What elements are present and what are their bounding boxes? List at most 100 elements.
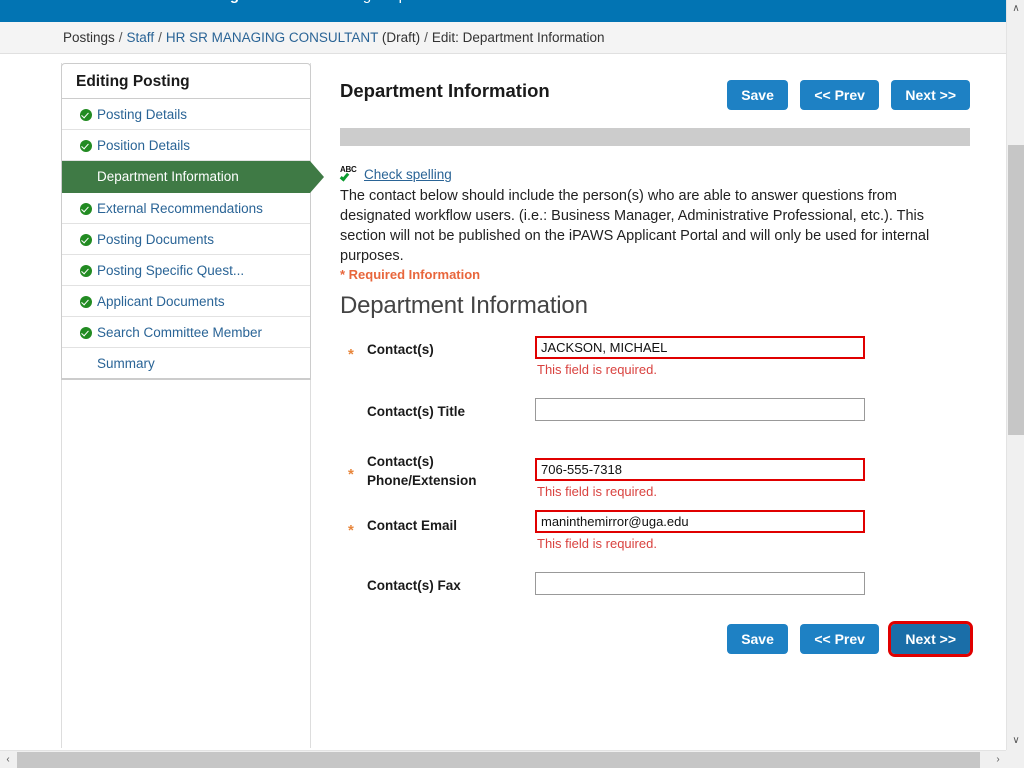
nav-item-hiring-proposals-label: Hiring Proposals bbox=[332, 0, 442, 4]
sidebar-item-summary[interactable]: Summary bbox=[62, 348, 310, 379]
breadcrumb-draft-status: (Draft) bbox=[381, 30, 421, 45]
editing-posting-sidebar: Editing Posting Posting Details Position… bbox=[61, 63, 324, 380]
field-row-contacts: * Contact(s) This field is required. bbox=[340, 336, 970, 388]
breadcrumb: Postings / Staff / HR SR MANAGING CONSULTANT… bbox=[63, 30, 605, 45]
sidebar-item-label: Summary bbox=[97, 356, 155, 371]
check-circle-icon bbox=[80, 109, 92, 121]
department-information-form: * Contact(s) This field is required. Con… bbox=[340, 336, 973, 666]
scroll-right-icon[interactable]: › bbox=[990, 751, 1006, 768]
save-button-bottom[interactable]: Save bbox=[727, 624, 788, 654]
nav-item-postings-label: Postings bbox=[184, 0, 247, 4]
contacts-fax-input[interactable] bbox=[535, 572, 865, 595]
spellcheck-icon: ABC bbox=[339, 165, 360, 182]
required-star-icon: * bbox=[348, 466, 354, 483]
progress-bar bbox=[340, 128, 970, 146]
section-description: The contact below should include the per… bbox=[340, 188, 930, 264]
field-row-contact-email: * Contact Email This field is required. bbox=[340, 510, 970, 562]
contact-email-input[interactable] bbox=[535, 510, 865, 533]
nav-item-shortcuts-label: Shortcuts bbox=[839, 0, 902, 4]
field-row-contacts-phone: * Contact(s) Phone/Extension This field … bbox=[340, 448, 970, 500]
breadcrumb-bar: Postings / Staff / HR SR MANAGING CONSULTANT… bbox=[0, 22, 1006, 54]
contacts-title-input[interactable] bbox=[535, 398, 865, 421]
sidebar-item-position-details[interactable]: Position Details bbox=[62, 130, 310, 161]
spellcheck-icon-text: ABC bbox=[340, 165, 357, 174]
field-row-contacts-fax: Contact(s) Fax bbox=[340, 572, 970, 612]
breadcrumb-separator: / bbox=[158, 30, 162, 45]
check-circle-icon bbox=[80, 234, 92, 246]
check-circle-icon bbox=[80, 140, 92, 152]
bottom-button-row: Save << Prev Next >> bbox=[719, 621, 973, 657]
sidebar-item-external-recommendations[interactable]: External Recommendations bbox=[62, 193, 310, 224]
main-content: Department Information Save << Prev Next… bbox=[339, 70, 973, 666]
bottom-button-row-wrapper: Save << Prev Next >> bbox=[340, 621, 973, 666]
required-star-icon: * bbox=[348, 522, 354, 539]
nav-item-home[interactable]: Home bbox=[63, 0, 103, 6]
next-button-top[interactable]: Next >> bbox=[891, 80, 970, 110]
next-button-bottom[interactable]: Next >> bbox=[888, 621, 973, 657]
app-root: Home Postings ▾ Hiring Proposals ▾ Shortcu… bbox=[0, 0, 1024, 768]
sidebar-item-label: External Recommendations bbox=[97, 201, 263, 216]
contacts-input[interactable] bbox=[535, 336, 865, 359]
vertical-scrollbar-thumb[interactable] bbox=[1008, 145, 1024, 435]
sidebar-item-department-information[interactable]: Department Information bbox=[62, 161, 324, 193]
sidebar-item-label: Applicant Documents bbox=[97, 294, 225, 309]
vertical-scrollbar[interactable]: ∧ ∨ bbox=[1006, 0, 1024, 750]
breadcrumb-posting-name[interactable]: HR SR MANAGING CONSULTANT bbox=[166, 30, 378, 45]
check-circle-icon bbox=[80, 265, 92, 277]
horizontal-scrollbar-thumb[interactable] bbox=[17, 752, 980, 768]
error-message-contact-email: This field is required. bbox=[537, 536, 657, 551]
sidebar-item-label: Posting Specific Quest... bbox=[97, 263, 245, 278]
sidebar-item-search-committee-member[interactable]: Search Committee Member bbox=[62, 317, 310, 348]
field-label-contacts: Contact(s) bbox=[367, 342, 434, 357]
sidebar-item-label: Posting Details bbox=[97, 107, 188, 122]
sidebar-item-label: Department Information bbox=[97, 169, 239, 184]
sidebar-item-posting-details[interactable]: Posting Details bbox=[62, 99, 310, 130]
breadcrumb-current-page: Edit: Department Information bbox=[431, 30, 605, 45]
check-circle-icon bbox=[80, 296, 92, 308]
breadcrumb-separator: / bbox=[118, 30, 123, 45]
top-navigation-bar: Home Postings ▾ Hiring Proposals ▾ Shortcu… bbox=[0, 0, 1006, 22]
scroll-up-icon[interactable]: ∧ bbox=[1007, 0, 1024, 18]
required-star-icon: * bbox=[348, 346, 354, 363]
check-spelling-row: ABC Check spelling bbox=[339, 165, 970, 184]
sidebar-item-label: Search Committee Member bbox=[97, 325, 263, 340]
chevron-down-icon: ▾ bbox=[906, 0, 911, 1]
chevron-down-icon: ▾ bbox=[251, 0, 256, 1]
nav-item-home-label: Home bbox=[63, 0, 103, 4]
top-button-row: Save << Prev Next >> bbox=[719, 80, 970, 110]
nav-item-postings[interactable]: Postings ▾ bbox=[184, 0, 256, 6]
breadcrumb-separator: / bbox=[424, 30, 428, 45]
breadcrumb-postings[interactable]: Postings bbox=[63, 30, 115, 45]
nav-item-hiring-proposals[interactable]: Hiring Proposals ▾ bbox=[332, 0, 451, 6]
breadcrumb-staff[interactable]: Staff bbox=[127, 30, 155, 45]
check-spelling-link[interactable]: Check spelling bbox=[364, 167, 452, 182]
chevron-down-icon: ▾ bbox=[446, 0, 451, 1]
prev-button-bottom[interactable]: << Prev bbox=[800, 624, 879, 654]
sidebar-item-applicant-documents[interactable]: Applicant Documents bbox=[62, 286, 310, 317]
horizontal-scrollbar[interactable]: ‹ › bbox=[0, 750, 1024, 768]
sidebar-item-posting-documents[interactable]: Posting Documents bbox=[62, 224, 310, 255]
field-label-contact-email: Contact Email bbox=[367, 518, 458, 533]
field-label-contacts-title: Contact(s) Title bbox=[367, 404, 466, 419]
sidebar-title: Editing Posting bbox=[62, 64, 310, 99]
required-information-note: * Required Information bbox=[340, 267, 481, 282]
field-label-contacts-fax: Contact(s) Fax bbox=[367, 578, 461, 593]
error-message-contacts: This field is required. bbox=[537, 362, 657, 377]
sidebar-item-label: Posting Documents bbox=[97, 232, 215, 247]
save-button-top[interactable]: Save bbox=[727, 80, 788, 110]
check-circle-icon bbox=[80, 203, 92, 215]
contacts-phone-input[interactable] bbox=[535, 458, 865, 481]
scrollbar-corner bbox=[1006, 750, 1024, 768]
field-row-contacts-title: Contact(s) Title bbox=[340, 398, 970, 438]
main-header: Department Information Save << Prev Next… bbox=[340, 70, 970, 120]
scroll-down-icon[interactable]: ∨ bbox=[1007, 732, 1024, 750]
sidebar-item-posting-specific-questions[interactable]: Posting Specific Quest... bbox=[62, 255, 310, 286]
error-message-contacts-phone: This field is required. bbox=[537, 484, 657, 499]
scroll-left-icon[interactable]: ‹ bbox=[0, 751, 16, 768]
prev-button-top[interactable]: << Prev bbox=[800, 80, 879, 110]
page-title: Department Information bbox=[340, 80, 550, 101]
check-circle-icon bbox=[80, 327, 92, 339]
form-section-title: Department Information bbox=[340, 292, 588, 319]
sidebar-item-label: Position Details bbox=[97, 138, 191, 153]
nav-item-shortcuts[interactable]: Shortcuts ▾ bbox=[839, 0, 911, 6]
